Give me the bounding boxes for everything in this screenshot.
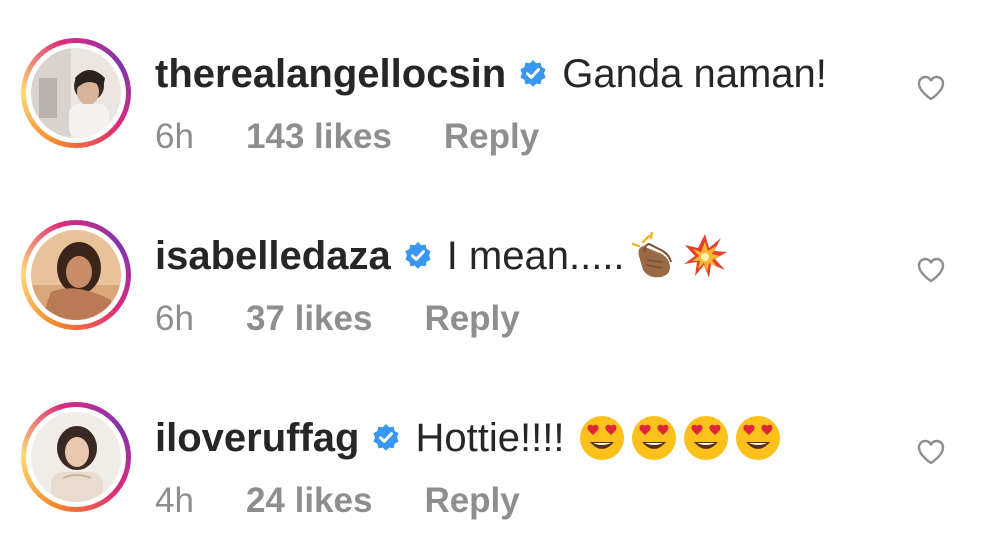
comment-line: isabelledaza I mean..... — [155, 232, 729, 280]
likes-count[interactable]: 143 likes — [246, 116, 392, 158]
like-heart-icon[interactable] — [916, 438, 946, 466]
comment-item: therealangellocsin Ganda naman! 6h 143 l… — [0, 38, 1000, 178]
verified-badge-icon — [371, 423, 401, 453]
timestamp[interactable]: 4h — [155, 480, 194, 522]
verified-badge-icon — [403, 241, 433, 271]
comment-text: Hottie!!!! — [415, 416, 565, 460]
avatar[interactable] — [21, 402, 131, 512]
username[interactable]: iloveruffag — [155, 414, 359, 462]
clapping-hands-icon — [629, 232, 677, 280]
comment-meta: 6h 143 likes Reply — [155, 116, 539, 158]
avatar[interactable] — [21, 38, 131, 148]
comment-line: therealangellocsin Ganda naman! — [155, 50, 827, 98]
timestamp[interactable]: 6h — [155, 298, 194, 340]
heart-eyes-face-icon — [734, 414, 782, 462]
like-heart-icon[interactable] — [916, 256, 946, 284]
like-heart-icon[interactable] — [916, 74, 946, 102]
comment-list: therealangellocsin Ganda naman! 6h 143 l… — [0, 0, 1000, 553]
collision-icon — [681, 232, 729, 280]
comment-meta: 4h 24 likes Reply — [155, 480, 520, 522]
username[interactable]: therealangellocsin — [155, 50, 506, 98]
comment-item: iloveruffag Hottie!!!! 4h 24 likes Reply — [0, 402, 1000, 542]
reply-button[interactable]: Reply — [424, 298, 519, 340]
heart-eyes-face-icon — [578, 414, 626, 462]
reply-button[interactable]: Reply — [444, 116, 539, 158]
comment-meta: 6h 37 likes Reply — [155, 298, 520, 340]
username[interactable]: isabelledaza — [155, 232, 391, 280]
heart-eyes-face-icon — [682, 414, 730, 462]
comment-item: isabelledaza I mean..... 6h 37 likes Rep… — [0, 220, 1000, 360]
comment-line: iloveruffag Hottie!!!! — [155, 414, 782, 462]
avatar[interactable] — [21, 220, 131, 330]
timestamp[interactable]: 6h — [155, 116, 194, 158]
comment-text: Ganda naman! — [562, 52, 827, 96]
comment-text: I mean..... — [446, 234, 625, 278]
reply-button[interactable]: Reply — [424, 480, 519, 522]
heart-eyes-face-icon — [630, 414, 678, 462]
verified-badge-icon — [518, 59, 548, 89]
likes-count[interactable]: 37 likes — [246, 298, 373, 340]
likes-count[interactable]: 24 likes — [246, 480, 373, 522]
